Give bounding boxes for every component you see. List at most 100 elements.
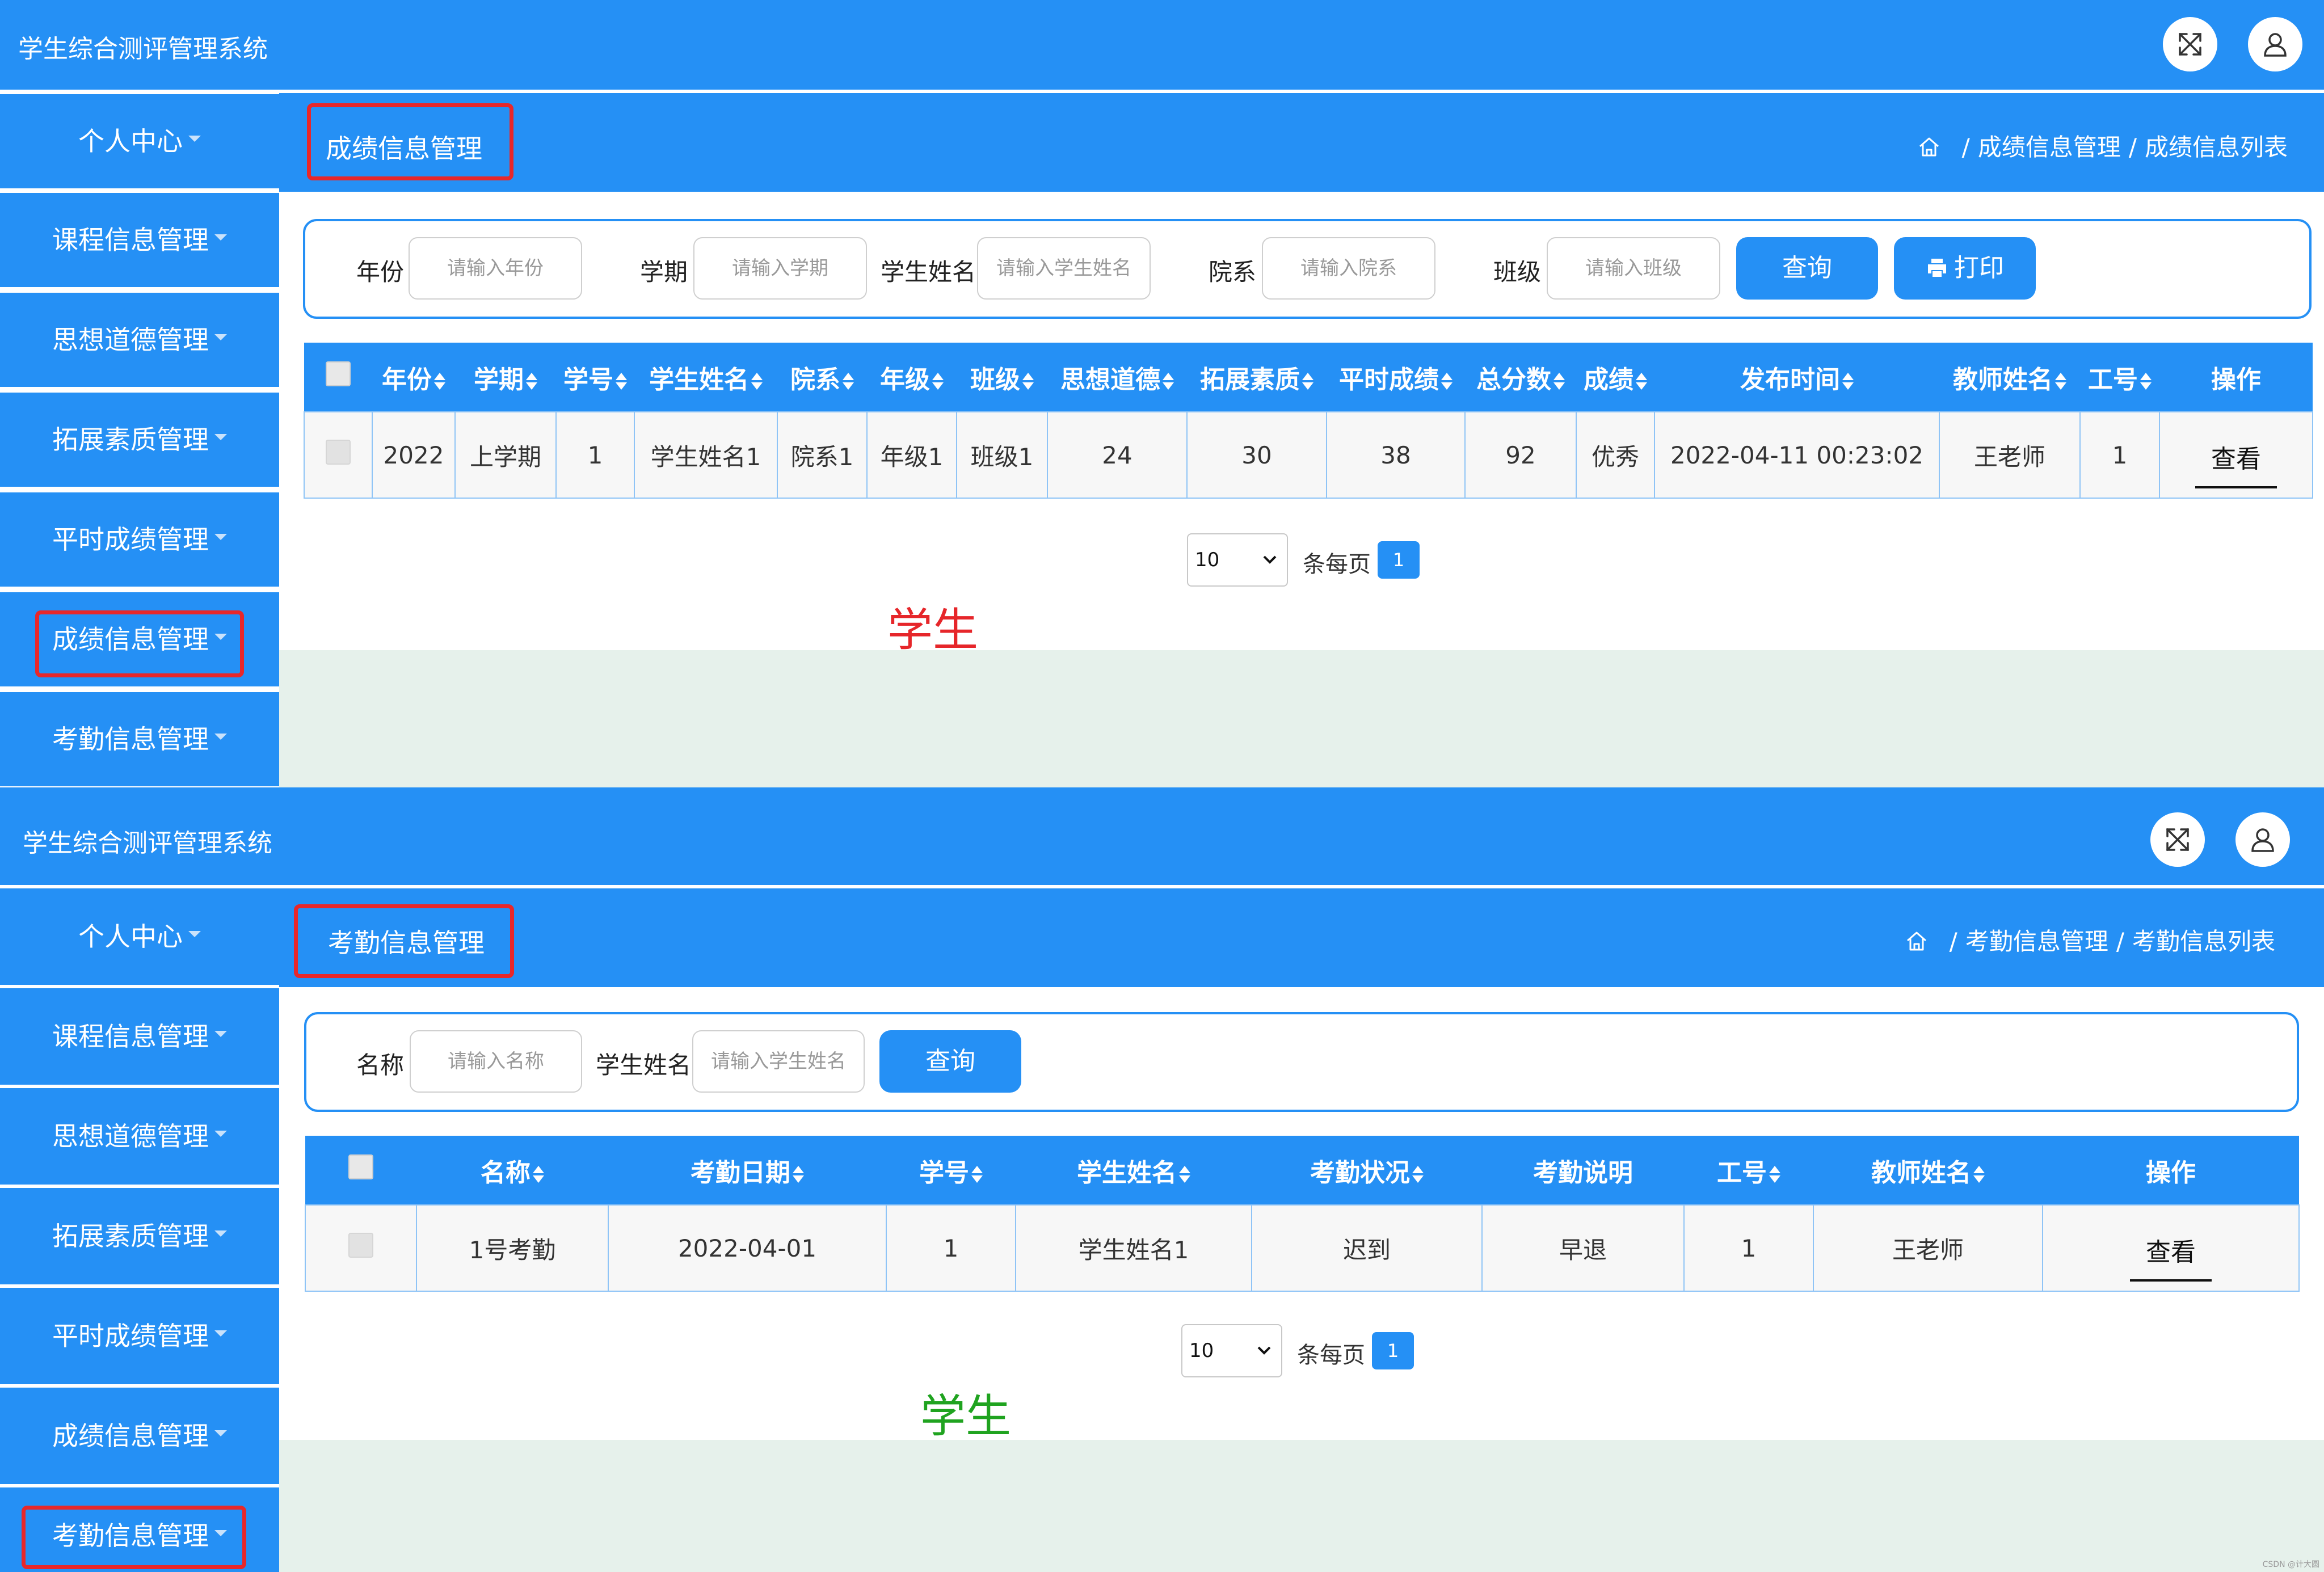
name-input[interactable] xyxy=(410,1030,582,1093)
table-cell: 院系1 xyxy=(777,411,868,499)
column-header[interactable]: 教师姓名 xyxy=(1813,1136,2043,1205)
breadcrumb-item[interactable]: 成绩信息管理 xyxy=(1978,133,2121,161)
column-header[interactable]: 院系 xyxy=(777,343,867,412)
user-button[interactable] xyxy=(2248,17,2302,71)
page-size-select[interactable]: 10 xyxy=(1181,1324,1282,1377)
column-header[interactable]: 成绩 xyxy=(1576,343,1654,412)
highlight-box-title xyxy=(307,103,513,180)
column-header[interactable]: 学号 xyxy=(886,1136,1016,1205)
column-header[interactable]: 教师姓名 xyxy=(1939,343,2080,412)
per-page-label: 条每页 xyxy=(1303,551,1371,578)
printer-icon xyxy=(1928,259,1946,277)
home-icon[interactable] xyxy=(1904,928,1929,953)
column-header[interactable]: 考勤状况 xyxy=(1252,1136,1482,1205)
home-icon[interactable] xyxy=(1917,134,1942,159)
column-header[interactable]: 考勤日期 xyxy=(608,1136,886,1205)
row-checkbox[interactable] xyxy=(326,440,351,465)
query-button[interactable]: 查询 xyxy=(879,1030,1021,1093)
search-label-year: 年份 xyxy=(356,258,405,286)
table-cell: 1 xyxy=(886,1204,1016,1292)
breadcrumb: / 考勤信息管理 / 考勤信息列表 xyxy=(1904,922,2275,957)
fullscreen-button[interactable] xyxy=(2150,812,2205,867)
column-header[interactable]: 发布时间 xyxy=(1654,343,1939,412)
sidebar-item-attendance[interactable]: 考勤信息管理 xyxy=(0,692,279,786)
column-header[interactable]: 平时成绩 xyxy=(1327,343,1465,412)
row-checkbox[interactable] xyxy=(348,1233,373,1258)
sidebar-item-expansion[interactable]: 拓展素质管理 xyxy=(0,393,279,487)
sort-icon xyxy=(1842,372,1854,391)
query-button[interactable]: 查询 xyxy=(1736,237,1878,300)
sidebar-item-profile[interactable]: 个人中心 xyxy=(0,94,279,188)
sort-icon xyxy=(2055,372,2066,391)
column-header[interactable]: 班级 xyxy=(957,343,1047,412)
sidebar-item-label: 思想道德管理 xyxy=(52,1121,209,1152)
highlight-box-sidebar xyxy=(22,1506,246,1569)
table-header-row: 名称 考勤日期 学号 学生姓名 考勤状况 考勤说明 工号 教师姓名 操作 xyxy=(305,1136,2299,1205)
table-cell: 2022-04-01 xyxy=(608,1204,887,1292)
user-button[interactable] xyxy=(2235,812,2290,867)
select-all-checkbox-cell[interactable] xyxy=(305,1136,416,1205)
breadcrumb-item[interactable]: 考勤信息管理 xyxy=(1965,928,2108,955)
page-number-current[interactable]: 1 xyxy=(1372,1332,1414,1369)
sidebar-item-expansion[interactable]: 拓展素质管理 xyxy=(0,1188,279,1284)
view-button[interactable]: 查看 xyxy=(2130,1232,2212,1282)
column-header[interactable]: 思想道德 xyxy=(1047,343,1187,412)
user-icon xyxy=(2264,33,2287,57)
student-name-input[interactable] xyxy=(692,1030,865,1093)
column-header[interactable]: 学生姓名 xyxy=(634,343,777,412)
row-checkbox-cell[interactable] xyxy=(305,1204,417,1292)
sidebar-item-label: 平时成绩管理 xyxy=(52,524,209,555)
print-button[interactable]: 打印 xyxy=(1894,237,2036,300)
column-header[interactable]: 学生姓名 xyxy=(1016,1136,1252,1205)
fullscreen-button[interactable] xyxy=(2163,17,2217,71)
caret-down-icon xyxy=(188,931,201,937)
caret-down-icon xyxy=(214,434,227,440)
chevron-down-icon xyxy=(1257,1346,1271,1355)
sort-icon xyxy=(1973,1165,1985,1184)
sidebar-item-courses[interactable]: 课程信息管理 xyxy=(0,193,279,287)
sidebar-item-usual-scores[interactable]: 平时成绩管理 xyxy=(0,492,279,587)
app-title: 学生综合测评管理系统 xyxy=(18,35,268,64)
column-header[interactable]: 总分数 xyxy=(1465,343,1576,412)
table-cell: 30 xyxy=(1186,411,1327,499)
view-button[interactable]: 查看 xyxy=(2195,439,2277,488)
page-number-current[interactable]: 1 xyxy=(1378,541,1420,579)
sidebar-item-morality[interactable]: 思想道德管理 xyxy=(0,1088,279,1185)
sidebar-item-label: 拓展素质管理 xyxy=(52,424,209,455)
caret-down-icon xyxy=(214,1230,227,1237)
column-header[interactable]: 名称 xyxy=(416,1136,608,1205)
caret-down-icon xyxy=(214,234,227,241)
sidebar-item-label: 个人中心 xyxy=(78,126,183,157)
sort-icon xyxy=(616,372,627,391)
caret-down-icon xyxy=(214,1330,227,1337)
sidebar-item-morality[interactable]: 思想道德管理 xyxy=(0,293,279,387)
term-input[interactable] xyxy=(693,237,867,300)
column-header[interactable]: 年级 xyxy=(867,343,957,412)
sidebar-item-grades[interactable]: 成绩信息管理 xyxy=(0,1388,279,1484)
content-background xyxy=(279,1440,2324,1572)
column-header[interactable]: 拓展素质 xyxy=(1187,343,1327,412)
sort-icon xyxy=(1163,372,1174,391)
column-header[interactable]: 学号 xyxy=(556,343,634,412)
select-all-checkbox-cell[interactable] xyxy=(304,343,372,412)
sort-icon xyxy=(526,372,537,391)
sort-icon xyxy=(1441,372,1452,391)
student-name-input[interactable] xyxy=(977,237,1151,300)
fullscreen-icon xyxy=(2179,33,2201,56)
column-header[interactable]: 学期 xyxy=(455,343,556,412)
caret-down-icon xyxy=(214,734,227,740)
department-input[interactable] xyxy=(1262,237,1435,300)
table-cell: 38 xyxy=(1326,411,1466,499)
class-input[interactable] xyxy=(1547,237,1720,300)
page-size-select[interactable]: 10 xyxy=(1187,533,1288,587)
select-all-checkbox[interactable] xyxy=(326,361,351,386)
sidebar-item-profile[interactable]: 个人中心 xyxy=(0,888,279,985)
row-checkbox-cell[interactable] xyxy=(304,411,373,499)
column-header[interactable]: 工号 xyxy=(1684,1136,1813,1205)
sidebar-item-usual-scores[interactable]: 平时成绩管理 xyxy=(0,1288,279,1384)
select-all-checkbox[interactable] xyxy=(348,1154,373,1179)
column-header[interactable]: 工号 xyxy=(2080,343,2159,412)
sidebar-item-courses[interactable]: 课程信息管理 xyxy=(0,988,279,1085)
column-header[interactable]: 年份 xyxy=(372,343,455,412)
year-input[interactable] xyxy=(409,237,582,300)
